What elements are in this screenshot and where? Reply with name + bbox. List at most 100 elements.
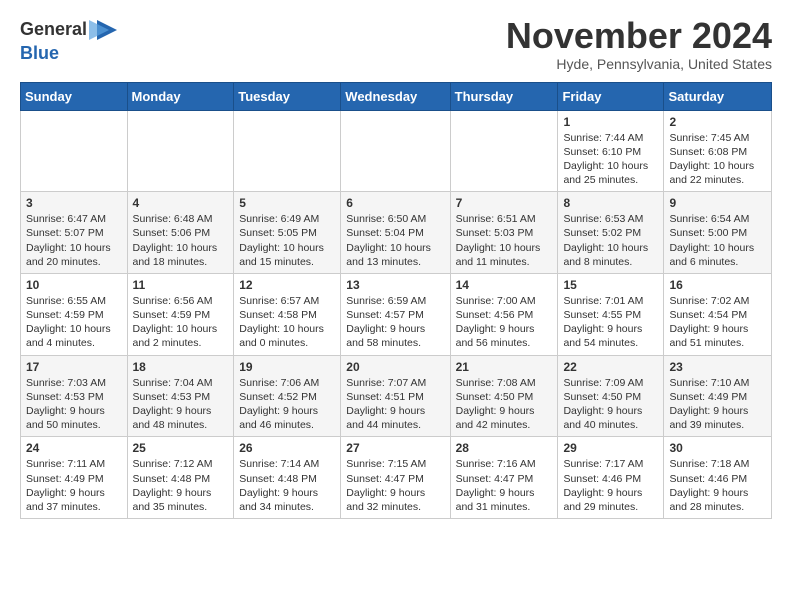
day-number: 25 [133,441,229,455]
logo-icon [89,16,117,44]
day-content: Sunrise: 6:56 AM Sunset: 4:59 PM Dayligh… [133,294,229,351]
day-content: Sunrise: 6:51 AM Sunset: 5:03 PM Dayligh… [456,212,553,269]
header: General Blue November 2024 Hyde, Pennsyl… [20,16,772,72]
day-content: Sunrise: 6:50 AM Sunset: 5:04 PM Dayligh… [346,212,444,269]
day-content: Sunrise: 7:11 AM Sunset: 4:49 PM Dayligh… [26,457,122,514]
calendar-cell [127,110,234,192]
day-content: Sunrise: 7:09 AM Sunset: 4:50 PM Dayligh… [563,376,658,433]
col-header-wednesday: Wednesday [341,82,450,110]
calendar-cell: 8 Sunrise: 6:53 AM Sunset: 5:02 PM Daylig… [558,192,664,274]
day-content: Sunrise: 6:55 AM Sunset: 4:59 PM Dayligh… [26,294,122,351]
day-number: 16 [669,278,766,292]
day-content: Sunrise: 7:15 AM Sunset: 4:47 PM Dayligh… [346,457,444,514]
calendar-cell: 20 Sunrise: 7:07 AM Sunset: 4:51 PM Dayli… [341,355,450,437]
calendar-cell: 27 Sunrise: 7:15 AM Sunset: 4:47 PM Dayli… [341,437,450,519]
day-number: 9 [669,196,766,210]
col-header-friday: Friday [558,82,664,110]
col-header-saturday: Saturday [664,82,772,110]
calendar-week-5: 24 Sunrise: 7:11 AM Sunset: 4:49 PM Dayli… [21,437,772,519]
calendar-cell [21,110,128,192]
day-number: 21 [456,360,553,374]
day-content: Sunrise: 7:06 AM Sunset: 4:52 PM Dayligh… [239,376,335,433]
logo: General Blue [20,16,117,64]
col-header-tuesday: Tuesday [234,82,341,110]
calendar-cell [234,110,341,192]
day-number: 13 [346,278,444,292]
day-number: 12 [239,278,335,292]
calendar-cell: 15 Sunrise: 7:01 AM Sunset: 4:55 PM Dayli… [558,273,664,355]
calendar-cell: 6Sunrise: 6:50 AM Sunset: 5:04 PM Daylig… [341,192,450,274]
day-number: 3 [26,196,122,210]
calendar-cell: 10 Sunrise: 6:55 AM Sunset: 4:59 PM Dayli… [21,273,128,355]
calendar-cell: 7Sunrise: 6:51 AM Sunset: 5:03 PM Daylig… [450,192,558,274]
day-number: 28 [456,441,553,455]
day-number: 11 [133,278,229,292]
calendar-cell: 23 Sunrise: 7:10 AM Sunset: 4:49 PM Dayli… [664,355,772,437]
day-number: 15 [563,278,658,292]
calendar-cell: 28 Sunrise: 7:16 AM Sunset: 4:47 PM Dayli… [450,437,558,519]
col-header-monday: Monday [127,82,234,110]
day-number: 18 [133,360,229,374]
calendar-week-2: 3 Sunrise: 6:47 AM Sunset: 5:07 PM Daylig… [21,192,772,274]
col-header-thursday: Thursday [450,82,558,110]
day-content: Sunrise: 7:00 AM Sunset: 4:56 PM Dayligh… [456,294,553,351]
calendar-cell: 2 Sunrise: 7:45 AM Sunset: 6:08 PM Daylig… [664,110,772,192]
logo-blue-text: Blue [20,43,59,63]
day-content: Sunrise: 6:47 AM Sunset: 5:07 PM Dayligh… [26,212,122,269]
day-content: Sunrise: 7:02 AM Sunset: 4:54 PM Dayligh… [669,294,766,351]
day-content: Sunrise: 7:16 AM Sunset: 4:47 PM Dayligh… [456,457,553,514]
logo-general-text: General [20,20,87,40]
day-content: Sunrise: 7:01 AM Sunset: 4:55 PM Dayligh… [563,294,658,351]
calendar-cell: 11 Sunrise: 6:56 AM Sunset: 4:59 PM Dayli… [127,273,234,355]
page: General Blue November 2024 Hyde, Pennsyl… [0,0,792,539]
month-title: November 2024 [506,16,772,56]
calendar-cell: 26Sunrise: 7:14 AM Sunset: 4:48 PM Dayli… [234,437,341,519]
calendar-cell: 29Sunrise: 7:17 AM Sunset: 4:46 PM Dayli… [558,437,664,519]
day-number: 14 [456,278,553,292]
day-content: Sunrise: 7:45 AM Sunset: 6:08 PM Dayligh… [669,131,766,188]
calendar-week-3: 10 Sunrise: 6:55 AM Sunset: 4:59 PM Dayli… [21,273,772,355]
day-content: Sunrise: 7:03 AM Sunset: 4:53 PM Dayligh… [26,376,122,433]
day-number: 20 [346,360,444,374]
day-number: 22 [563,360,658,374]
calendar-cell: 25Sunrise: 7:12 AM Sunset: 4:48 PM Dayli… [127,437,234,519]
day-content: Sunrise: 7:18 AM Sunset: 4:46 PM Dayligh… [669,457,766,514]
calendar-cell: 5Sunrise: 6:49 AM Sunset: 5:05 PM Daylig… [234,192,341,274]
day-number: 10 [26,278,122,292]
calendar-cell: 22 Sunrise: 7:09 AM Sunset: 4:50 PM Dayli… [558,355,664,437]
calendar-cell: 4Sunrise: 6:48 AM Sunset: 5:06 PM Daylig… [127,192,234,274]
day-number: 30 [669,441,766,455]
calendar-cell: 18 Sunrise: 7:04 AM Sunset: 4:53 PM Dayli… [127,355,234,437]
day-number: 27 [346,441,444,455]
calendar-cell: 21 Sunrise: 7:08 AM Sunset: 4:50 PM Dayli… [450,355,558,437]
calendar-cell: 19 Sunrise: 7:06 AM Sunset: 4:52 PM Dayli… [234,355,341,437]
day-number: 23 [669,360,766,374]
day-content: Sunrise: 6:53 AM Sunset: 5:02 PM Dayligh… [563,212,658,269]
day-content: Sunrise: 7:07 AM Sunset: 4:51 PM Dayligh… [346,376,444,433]
calendar-cell: 13Sunrise: 6:59 AM Sunset: 4:57 PM Dayli… [341,273,450,355]
day-content: Sunrise: 6:54 AM Sunset: 5:00 PM Dayligh… [669,212,766,269]
location-subtitle: Hyde, Pennsylvania, United States [506,56,772,72]
calendar-week-4: 17 Sunrise: 7:03 AM Sunset: 4:53 PM Dayli… [21,355,772,437]
day-content: Sunrise: 7:10 AM Sunset: 4:49 PM Dayligh… [669,376,766,433]
day-content: Sunrise: 7:08 AM Sunset: 4:50 PM Dayligh… [456,376,553,433]
title-block: November 2024 Hyde, Pennsylvania, United… [506,16,772,72]
day-number: 29 [563,441,658,455]
day-number: 17 [26,360,122,374]
day-content: Sunrise: 6:48 AM Sunset: 5:06 PM Dayligh… [133,212,229,269]
day-content: Sunrise: 7:14 AM Sunset: 4:48 PM Dayligh… [239,457,335,514]
day-number: 24 [26,441,122,455]
calendar-cell: 1Sunrise: 7:44 AM Sunset: 6:10 PM Daylig… [558,110,664,192]
calendar-cell: 16 Sunrise: 7:02 AM Sunset: 4:54 PM Dayli… [664,273,772,355]
calendar-cell: 3 Sunrise: 6:47 AM Sunset: 5:07 PM Daylig… [21,192,128,274]
day-content: Sunrise: 7:04 AM Sunset: 4:53 PM Dayligh… [133,376,229,433]
calendar-cell: 9 Sunrise: 6:54 AM Sunset: 5:00 PM Daylig… [664,192,772,274]
day-number: 1 [563,115,658,129]
day-number: 19 [239,360,335,374]
day-number: 5 [239,196,335,210]
calendar-header-row: SundayMondayTuesdayWednesdayThursdayFrid… [21,82,772,110]
calendar-table: SundayMondayTuesdayWednesdayThursdayFrid… [20,82,772,519]
day-number: 8 [563,196,658,210]
calendar-cell [341,110,450,192]
day-number: 2 [669,115,766,129]
